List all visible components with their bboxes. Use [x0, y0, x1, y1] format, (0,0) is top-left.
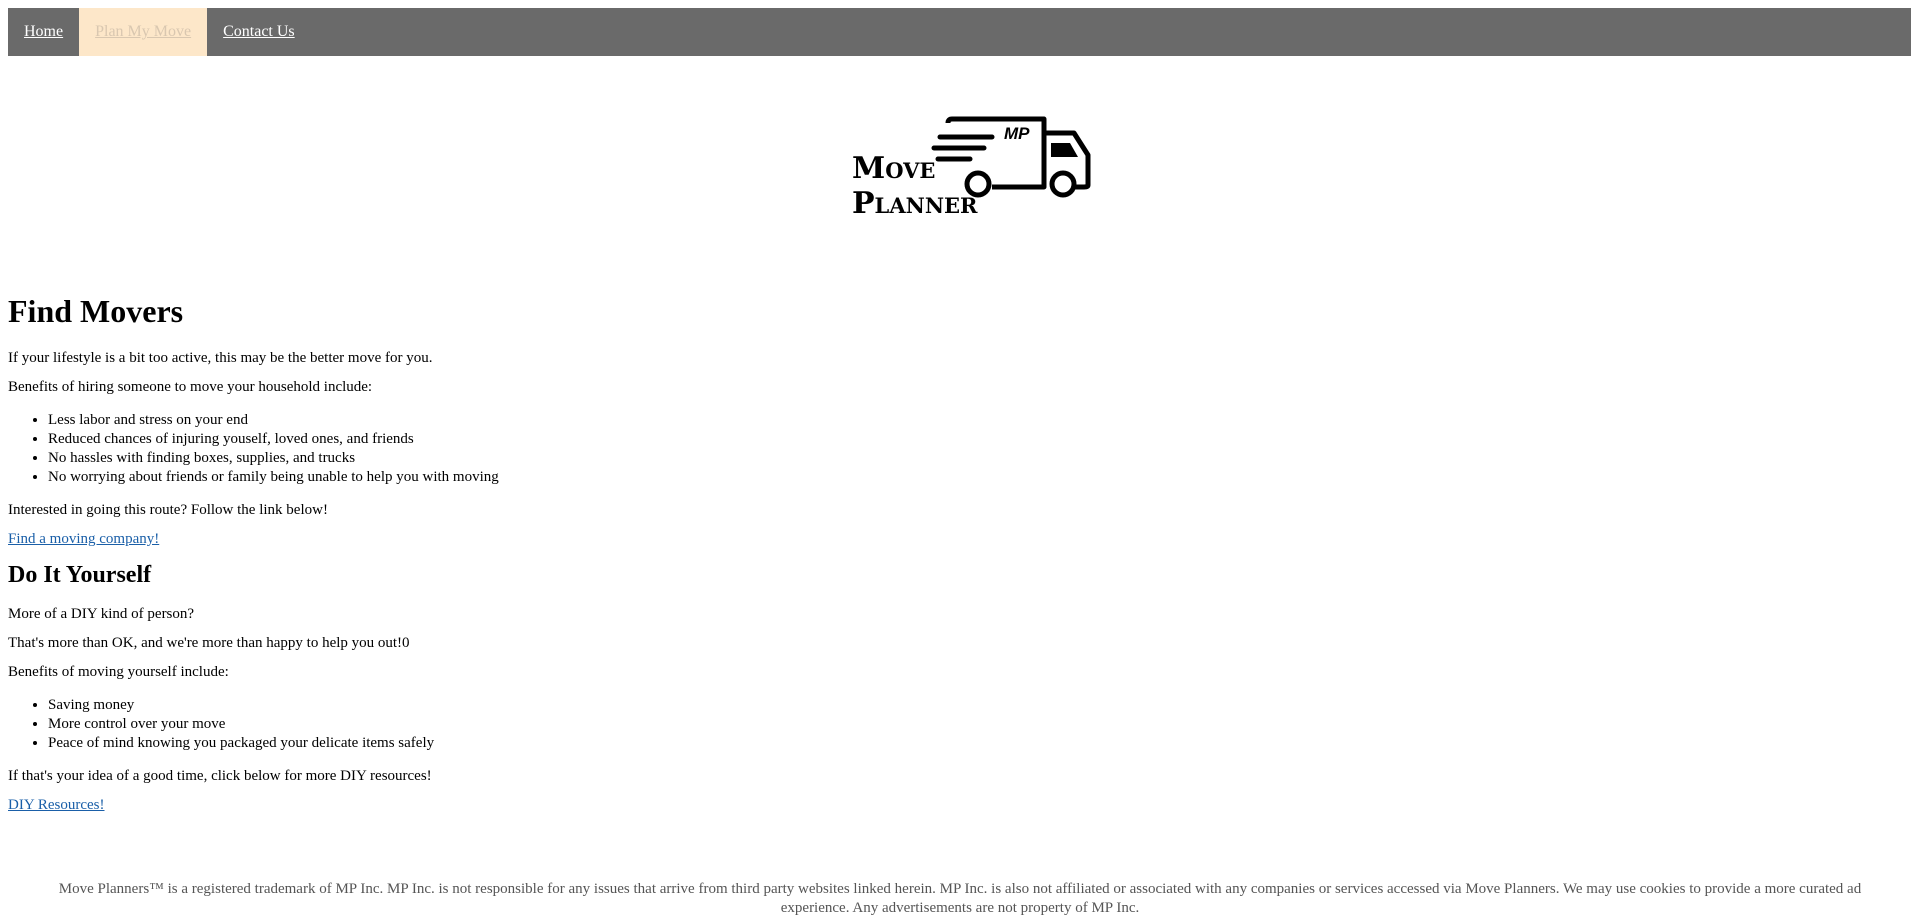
nav-home-link[interactable]: Home [8, 8, 79, 56]
list-item: Reduced chances of injuring youself, lov… [48, 430, 1908, 449]
logo-word-move: Move [852, 151, 935, 186]
do-it-yourself-heading: Do It Yourself [8, 562, 152, 588]
list-item: Less labor and stress on your end [48, 411, 1908, 430]
diy-benefits-list: Saving money More control over your move… [8, 696, 1908, 753]
list-item: Saving money [48, 696, 1908, 715]
list-item: No worrying about friends or family bein… [48, 468, 1908, 487]
find-movers-intro: If your lifestyle is a bit too active, t… [8, 350, 433, 366]
diy-reassure: That's more than OK, and we're more than… [8, 635, 410, 651]
list-item: Peace of mind knowing you packaged your … [48, 734, 1908, 753]
footer-disclaimer: Move Planners™ is a registered trademark… [58, 881, 1862, 916]
diy-benefits-intro: Benefits of moving yourself include: [8, 664, 229, 680]
nav-contact-us-link[interactable]: Contact Us [207, 8, 311, 56]
diy-question: More of a DIY kind of person? [8, 606, 195, 622]
diy-resources-link[interactable]: DIY Resources! [8, 797, 105, 813]
find-movers-heading: Find Movers [8, 293, 184, 329]
truck-wheel-icon [1049, 170, 1077, 198]
logo-word-planner: Planner [852, 186, 978, 221]
find-movers-benefits-list: Less labor and stress on your end Reduce… [8, 411, 1908, 487]
find-movers-cta-text: Interested in going this route? Follow t… [8, 502, 328, 518]
nav-plan-my-move-link[interactable]: Plan My Move [79, 8, 208, 56]
main-content: Find Movers If your lifestyle is a bit t… [8, 287, 1908, 815]
find-moving-company-link[interactable]: Find a moving company! [8, 531, 159, 547]
list-item: More control over your move [48, 715, 1908, 734]
logo-truck-text: MP [1004, 124, 1030, 143]
truck-icon [945, 116, 1047, 190]
list-item: No hassles with finding boxes, supplies,… [48, 449, 1908, 468]
page: Home Plan My Move Contact Us MP Move Pla… [0, 0, 1919, 919]
top-navbar: Home Plan My Move Contact Us [8, 8, 1911, 56]
diy-cta-text: If that's your idea of a good time, clic… [8, 768, 432, 784]
move-planner-logo: MP Move Planner [852, 116, 1091, 221]
find-movers-benefits-intro: Benefits of hiring someone to move your … [8, 379, 373, 395]
truck-window-icon [1051, 143, 1078, 157]
